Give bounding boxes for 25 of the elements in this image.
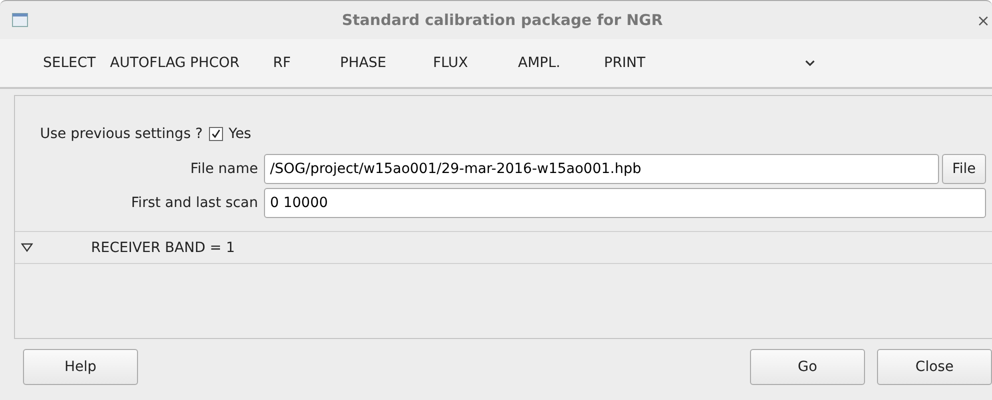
window-icon xyxy=(12,13,28,27)
menu-item[interactable]: PHCOR xyxy=(190,55,273,71)
chevron-down-icon[interactable] xyxy=(805,60,815,66)
go-button[interactable]: Go xyxy=(750,349,865,385)
menu-item[interactable]: AMPL. xyxy=(518,55,604,71)
field-label: Use previous settings ? xyxy=(40,126,203,142)
menu-item[interactable]: FLUX xyxy=(433,55,518,71)
field-label: File name xyxy=(189,161,258,177)
help-button[interactable]: Help xyxy=(23,349,138,385)
menu-item[interactable]: PHASE xyxy=(340,55,433,71)
checkbox[interactable] xyxy=(208,127,223,141)
file-button[interactable]: File xyxy=(942,154,986,184)
checkmark-icon xyxy=(210,129,221,139)
text-field[interactable]: 0 10000 xyxy=(264,188,986,218)
text-field[interactable]: /SOG/project/w15ao001/29-mar-2016-w15ao001.hpb xyxy=(264,154,939,184)
menu-item[interactable]: AUTOFLAG xyxy=(110,55,190,71)
field-label: First and last scan xyxy=(130,195,258,211)
checkbox-label: Yes xyxy=(228,126,252,142)
menu-item[interactable]: SELECT xyxy=(43,55,110,71)
menu-item[interactable]: PRINT xyxy=(604,55,805,71)
section-header[interactable]: RECEIVER BAND = 1 xyxy=(15,231,992,264)
menu-item[interactable]: RF xyxy=(273,55,340,71)
window-title: Standard calibration package for NGR xyxy=(340,11,664,29)
close-button[interactable]: × xyxy=(976,10,990,30)
close-dialog-button[interactable]: Close xyxy=(877,349,992,385)
